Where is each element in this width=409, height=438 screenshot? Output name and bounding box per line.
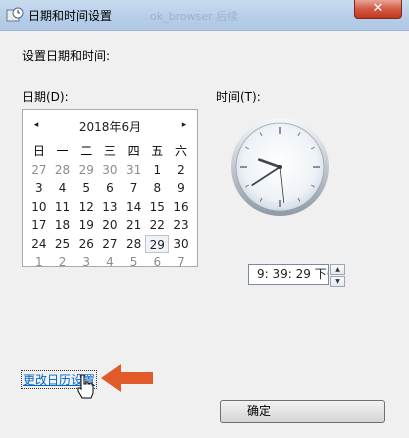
weekday-label: 六 xyxy=(174,144,187,158)
calendar-day[interactable]: 26 xyxy=(74,235,98,254)
calendar-day[interactable]: 18 xyxy=(51,216,75,235)
calendar-week-row: 27 28 29 30 31 1 2 xyxy=(27,161,193,180)
calendar-day[interactable]: 9 xyxy=(169,179,193,198)
calendar-day-other-month[interactable]: 7 xyxy=(169,253,193,272)
time-spinner[interactable]: ▲ ▼ xyxy=(330,264,345,287)
spin-up-icon[interactable]: ▲ xyxy=(330,264,345,275)
calendar-day[interactable]: 2 xyxy=(169,161,193,180)
spin-down-icon[interactable]: ▼ xyxy=(330,276,345,287)
calendar-day[interactable]: 30 xyxy=(169,235,193,254)
calendar-day[interactable]: 22 xyxy=(145,216,169,235)
date-label: 日期(D): xyxy=(22,90,69,104)
calendar-day[interactable]: 23 xyxy=(169,216,193,235)
calendar-week-row: 3456789 xyxy=(27,179,193,198)
calendar-day[interactable]: 27 xyxy=(98,235,122,254)
calendar-day-other-month[interactable]: 3 xyxy=(74,253,98,272)
time-input[interactable]: 9: 39: 29 下午 xyxy=(248,264,329,285)
calendar-day-other-month[interactable]: 31 xyxy=(122,161,146,180)
weekday-label: 三 xyxy=(103,144,116,158)
calendar-day[interactable]: 15 xyxy=(145,198,169,217)
calendar-month-title[interactable]: 2018年6月 xyxy=(53,118,167,135)
calendar-day[interactable]: 16 xyxy=(169,198,193,217)
calendar-day[interactable]: 4 xyxy=(51,179,75,198)
calendar-day-other-month[interactable]: 2 xyxy=(51,253,75,272)
weekday-label: 一 xyxy=(56,144,69,158)
calendar-day-other-month[interactable]: 4 xyxy=(98,253,122,272)
calendar-day[interactable]: 6 xyxy=(98,179,122,198)
calendar-day[interactable]: 19 xyxy=(74,216,98,235)
calendar[interactable]: ◂ 2018年6月 ▸ 日一二三四五六 27 28 29 30 31 1 2 3 4 5 6 7 8 9 10… xyxy=(22,109,198,269)
calendar-day[interactable]: 21 xyxy=(122,216,146,235)
calendar-week-row: 1234567 xyxy=(27,253,193,272)
calendar-day[interactable]: 14 xyxy=(122,198,146,217)
calendar-day[interactable]: 28 xyxy=(122,235,146,254)
calendar-day[interactable]: 17 xyxy=(27,216,51,235)
calendar-day[interactable]: 24 xyxy=(27,235,51,254)
background-window-title: ok_browser 后续 xyxy=(150,10,239,23)
calendar-day[interactable]: 25 xyxy=(51,235,75,254)
calendar-day[interactable]: 20 xyxy=(98,216,122,235)
intro-label: 设置日期和时间: xyxy=(22,49,111,63)
weekday-label: 四 xyxy=(127,144,140,158)
time-label: 时间(T): xyxy=(216,90,261,104)
ok-button[interactable]: 确定 xyxy=(220,400,385,423)
calendar-week-row: 17 18 19 20 21 22 23 xyxy=(27,216,193,235)
calendar-header: ◂ 2018年6月 ▸ xyxy=(23,118,197,134)
previous-month-icon[interactable]: ◂ xyxy=(30,118,42,132)
next-month-icon[interactable]: ▸ xyxy=(178,118,190,132)
calendar-week-row: 10 11 12 13 14 15 16 xyxy=(27,198,193,217)
calendar-day-other-month[interactable]: 1 xyxy=(27,253,51,272)
calendar-day-other-month[interactable]: 28 xyxy=(51,161,75,180)
clock-app-icon xyxy=(6,7,24,22)
title-bar: 日期和时间设置 ok_browser 后续 ✕ xyxy=(0,0,409,31)
weekday-label: 五 xyxy=(151,144,164,158)
calendar-day[interactable]: 1 xyxy=(145,161,169,180)
close-button[interactable]: ✕ xyxy=(354,0,402,19)
calendar-day-selected[interactable]: 29 xyxy=(145,234,170,253)
calendar-day[interactable]: 5 xyxy=(74,179,98,198)
hand-cursor-icon xyxy=(77,374,94,399)
weekday-header-row: 日一二三四五六 xyxy=(27,142,193,161)
calendar-day-other-month[interactable]: 30 xyxy=(98,161,122,180)
analog-clock xyxy=(231,118,329,216)
calendar-day-other-month[interactable]: 27 xyxy=(27,161,51,180)
calendar-grid: 日一二三四五六 27 28 29 30 31 1 2 3 4 5 6 7 8 9 10 11 12 13 14 15 16… xyxy=(27,142,193,272)
calendar-day[interactable]: 12 xyxy=(74,198,98,217)
calendar-day-other-month[interactable]: 5 xyxy=(122,253,146,272)
weekday-label: 二 xyxy=(80,144,93,158)
calendar-day[interactable]: 8 xyxy=(145,179,169,198)
calendar-day[interactable]: 10 xyxy=(27,198,51,217)
calendar-day[interactable]: 11 xyxy=(51,198,75,217)
calendar-week-row: 24 25 26 27 28 29 30 xyxy=(27,234,193,254)
calendar-day[interactable]: 13 xyxy=(98,198,122,217)
calendar-day[interactable]: 3 xyxy=(27,179,51,198)
weekday-label: 日 xyxy=(32,144,45,158)
pointer-arrow-icon xyxy=(101,364,153,392)
calendar-day[interactable]: 7 xyxy=(122,179,146,198)
calendar-day-other-month[interactable]: 6 xyxy=(145,253,169,272)
calendar-day-other-month[interactable]: 29 xyxy=(74,161,98,180)
window-title: 日期和时间设置 xyxy=(28,9,113,23)
